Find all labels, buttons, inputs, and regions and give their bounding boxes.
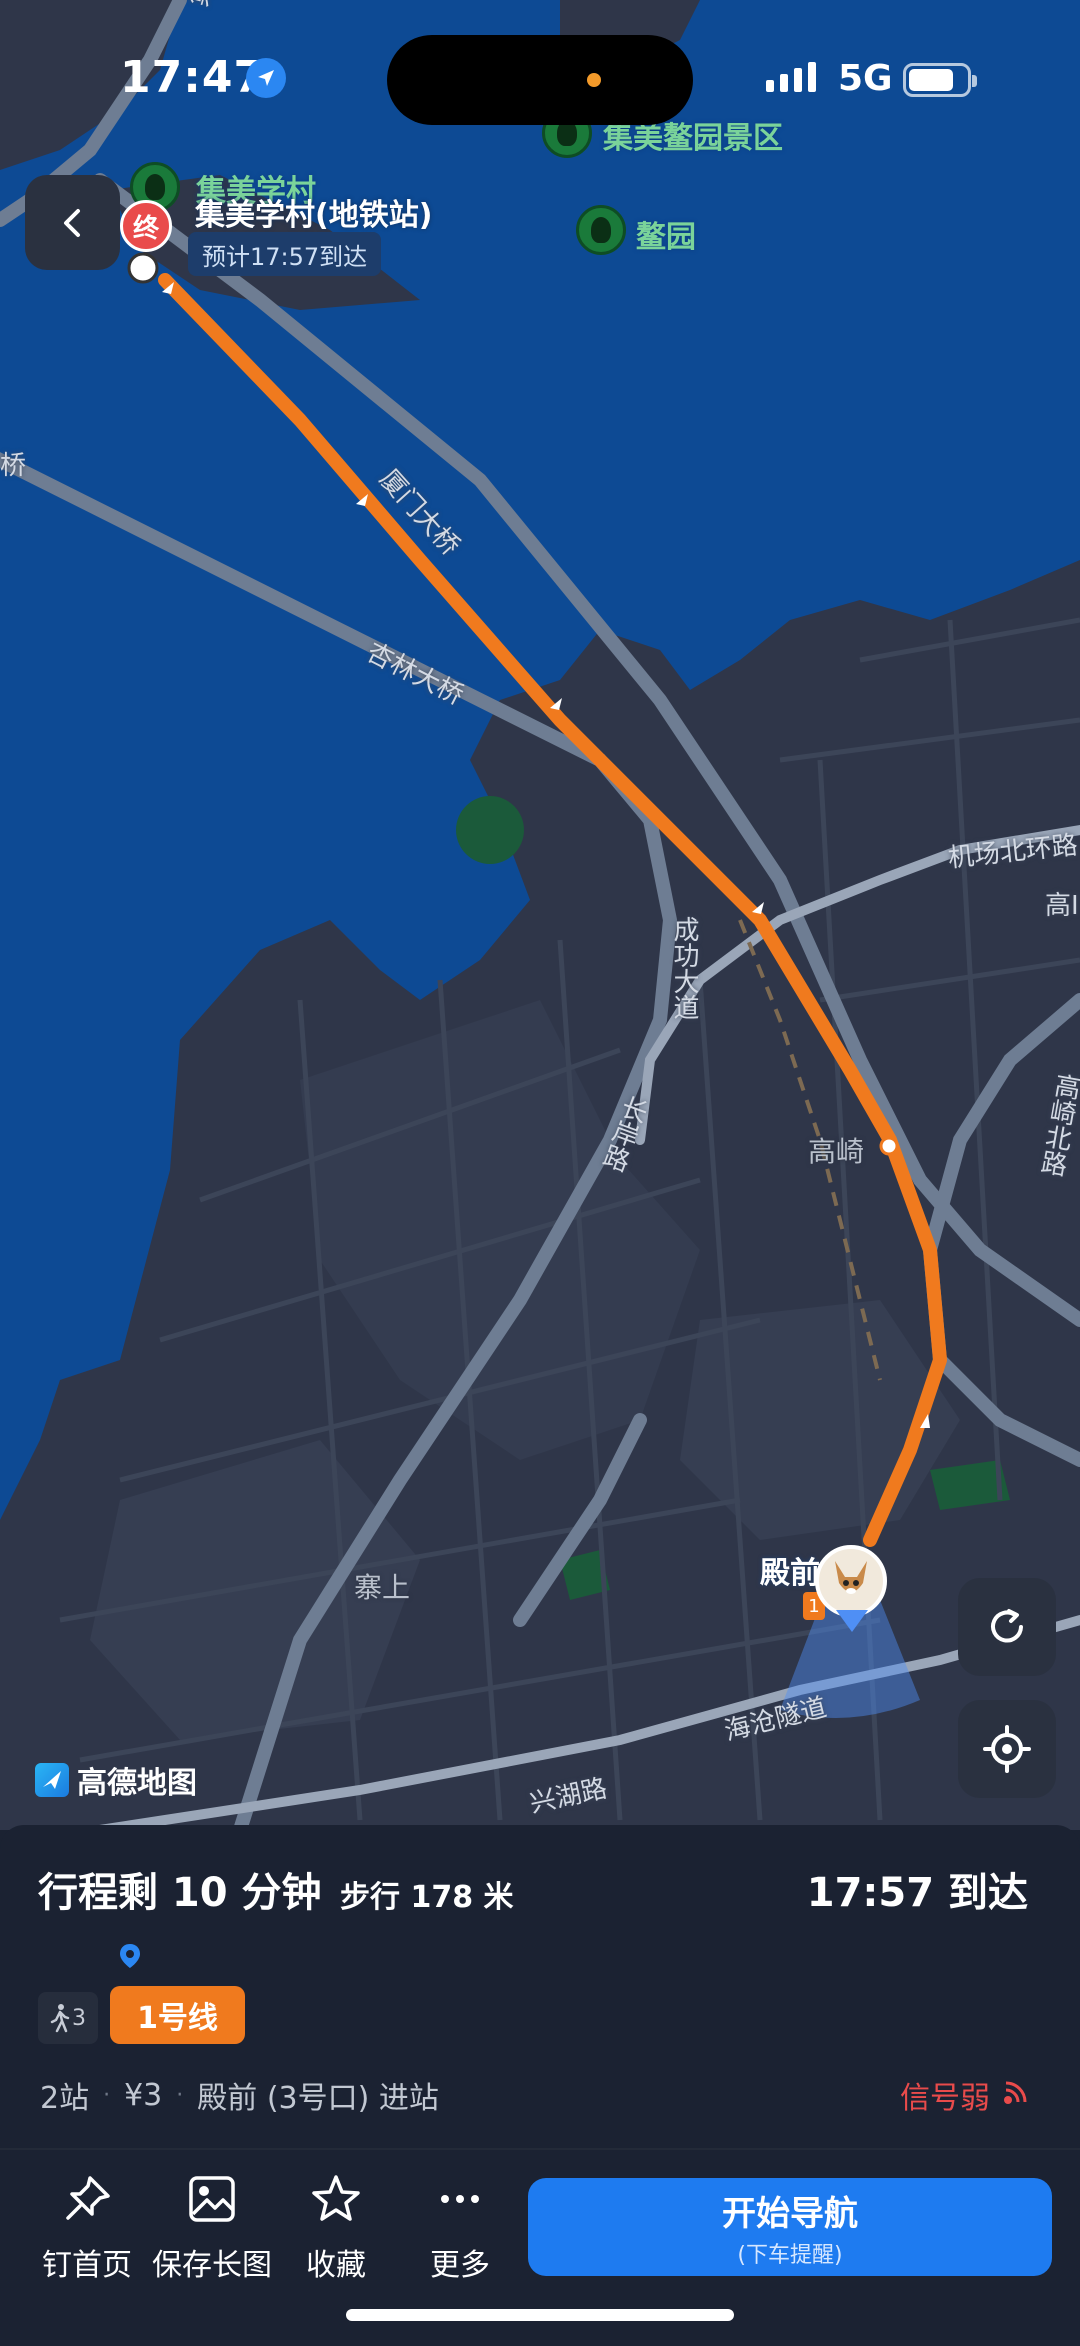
back-button[interactable] <box>25 175 120 270</box>
detail-separator: · <box>103 2082 111 2108</box>
refresh-button[interactable] <box>958 1578 1056 1676</box>
destination-pin[interactable]: 终 <box>120 200 172 252</box>
arrival-time: 17:57 到达 <box>806 1870 1028 1916</box>
map-label-zhaishang: 寨上 <box>354 1571 411 1604</box>
map-label-gaobei: 高I <box>1045 891 1079 921</box>
metro-line-chip[interactable]: 1号线 <box>110 1986 245 2044</box>
pin-to-home-button[interactable]: 钉首页 <box>27 2172 147 2284</box>
privacy-indicator-dot <box>587 73 601 87</box>
fare: ¥3 <box>124 2077 163 2113</box>
more-label: 更多 <box>430 2248 490 2283</box>
network-type: 5G <box>838 58 893 99</box>
dynamic-island <box>387 35 693 125</box>
location-arrow-icon <box>246 58 286 98</box>
user-heading-pointer <box>836 1610 868 1632</box>
chevron-left-icon <box>63 208 80 237</box>
route-details: 2站 · ¥3 · 殿前 (3号口) 进站 <box>40 2073 439 2117</box>
favorite-label: 收藏 <box>306 2248 366 2283</box>
park-icon <box>576 205 626 255</box>
locate-me-button[interactable] <box>958 1700 1056 1798</box>
map-label-dianqian: 殿前 <box>760 1556 820 1591</box>
park-patch <box>456 796 524 864</box>
walk-distance: 步行 178 米 <box>340 1880 514 1915</box>
image-icon <box>189 2176 235 2222</box>
trip-remaining-time: 行程剩 10 分钟 <box>38 1870 322 1916</box>
user-avatar-marker[interactable] <box>815 1545 887 1617</box>
battery-icon <box>903 63 977 97</box>
amap-logo-icon <box>35 1763 69 1797</box>
home-indicator[interactable] <box>346 2309 734 2321</box>
star-icon <box>312 2175 360 2221</box>
walk-segment-count: 3 <box>72 2005 86 2031</box>
crosshair-icon <box>983 1725 1031 1773</box>
map-label-gaoqi: 高崎 <box>808 1135 865 1168</box>
map-canvas <box>0 0 1080 1837</box>
signal-weak-text: 信号弱 <box>900 2081 990 2116</box>
destination-eta-chip: 预计17:57到达 <box>188 232 382 276</box>
stop-count: 2站 <box>40 2081 90 2116</box>
map-label-aoyuan: 鳌园 <box>636 220 696 255</box>
walking-person-icon <box>50 2004 70 2033</box>
start-navigation-sublabel: (下车提醒) <box>737 2242 843 2268</box>
entry-station: 殿前 (3号口) 进站 <box>197 2081 439 2116</box>
map-view[interactable]: 集美路 集美鳌园景区 集美学村 鳌园 桥 厦门大桥 杏林大桥 机场北环路 高I … <box>0 0 1080 1837</box>
fox-avatar-icon <box>835 1561 867 1594</box>
status-time: 17:47 <box>120 52 266 103</box>
start-navigation-button[interactable]: 开始导航 (下车提醒) <box>528 2178 1052 2276</box>
walk-segment-chip: 3 <box>38 1992 98 2044</box>
pin-icon <box>66 2176 110 2220</box>
detail-separator: · <box>176 2082 184 2108</box>
divider <box>0 2148 1080 2150</box>
amap-logo: 高德地图 <box>35 1758 197 1802</box>
signal-weak-indicator[interactable]: 信号弱 <box>900 2073 1028 2117</box>
refresh-icon <box>991 1609 1023 1643</box>
destination-exit-dot <box>127 252 159 284</box>
intermediate-station-dot <box>879 1136 899 1156</box>
destination-station-name[interactable]: 集美学村(地铁站) <box>195 190 432 234</box>
map-label-bridge-left: 桥 <box>0 451 27 481</box>
weak-signal-icon <box>1004 2081 1027 2104</box>
save-long-image-label: 保存长图 <box>152 2248 272 2283</box>
map-label-chenggong: 成功大道 <box>669 916 699 1020</box>
favorite-button[interactable]: 收藏 <box>276 2172 396 2284</box>
pin-to-home-label: 钉首页 <box>42 2248 132 2283</box>
more-button[interactable]: 更多 <box>400 2172 520 2284</box>
status-bar: 17:47 5G <box>0 0 1080 160</box>
save-long-image-button[interactable]: 保存长图 <box>152 2172 272 2284</box>
start-navigation-label: 开始导航 <box>722 2193 858 2234</box>
amap-logo-text: 高德地图 <box>77 1766 197 1801</box>
cellular-signal-icon <box>766 62 816 92</box>
more-icon <box>441 2195 479 2203</box>
map-pin-icon <box>116 1942 144 1970</box>
